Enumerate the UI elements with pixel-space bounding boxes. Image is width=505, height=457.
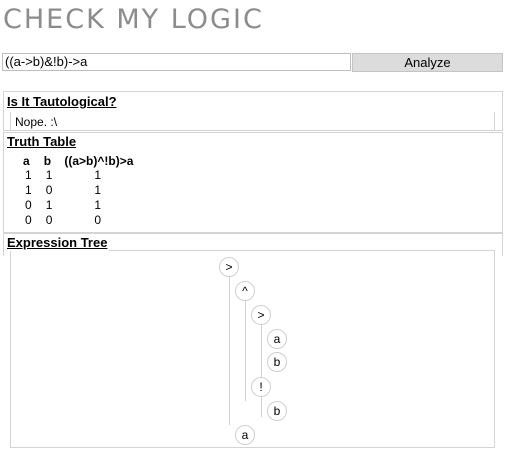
- table-cell: 0: [25, 198, 32, 212]
- table-row: 1 1 1: [17, 168, 139, 183]
- table-cell: 1: [45, 168, 53, 182]
- tree-node: >: [219, 257, 239, 277]
- table-cell: 1: [94, 168, 102, 182]
- tree-connector: [261, 325, 262, 377]
- tree-node: b: [267, 352, 287, 372]
- table-cell: 1: [25, 168, 32, 182]
- table-cell: 1: [94, 198, 102, 212]
- tree-node: >: [251, 305, 271, 325]
- tree-connector: [229, 277, 230, 425]
- expression-tree-canvas: [10, 250, 495, 448]
- table-cell: 1: [94, 183, 102, 197]
- tautology-heading: Is It Tautological?: [7, 94, 119, 110]
- table-cell: 0: [45, 213, 53, 227]
- table-cell: 0: [25, 213, 32, 227]
- table-row: 1 0 1: [17, 183, 139, 198]
- tree-node: b: [267, 401, 287, 421]
- table-cell: 0: [94, 213, 102, 227]
- table-cell: 0: [45, 183, 53, 197]
- truth-table-header-expression: ((a>b)^!b)>a: [64, 154, 134, 168]
- tree-node: ^: [235, 281, 255, 301]
- tree-node: a: [267, 329, 287, 349]
- truth-table: a b ((a>b)^!b)>a 1 1 1 1 0 1 0 1 1 0 0 0: [17, 154, 139, 228]
- tree-connector: [261, 397, 262, 417]
- tree-connector: [245, 301, 246, 401]
- table-cell: 1: [45, 198, 53, 212]
- expression-input[interactable]: [2, 53, 351, 71]
- truth-table-header-b: b: [43, 154, 52, 168]
- app-title: CHECK MY LOGIC: [3, 4, 264, 35]
- tautology-result: Nope. :\: [15, 115, 58, 129]
- table-row: 0 0 0: [17, 213, 139, 228]
- table-row: 0 1 1: [17, 198, 139, 213]
- table-cell: 1: [25, 183, 32, 197]
- expression-tree-heading: Expression Tree: [7, 235, 110, 251]
- tree-node: !: [251, 377, 271, 397]
- tautology-result-box: [10, 112, 495, 131]
- truth-table-header-a: a: [23, 154, 30, 168]
- truth-table-heading: Truth Table: [7, 134, 79, 150]
- tree-node: a: [235, 425, 255, 445]
- analyze-button[interactable]: Analyze: [352, 53, 503, 72]
